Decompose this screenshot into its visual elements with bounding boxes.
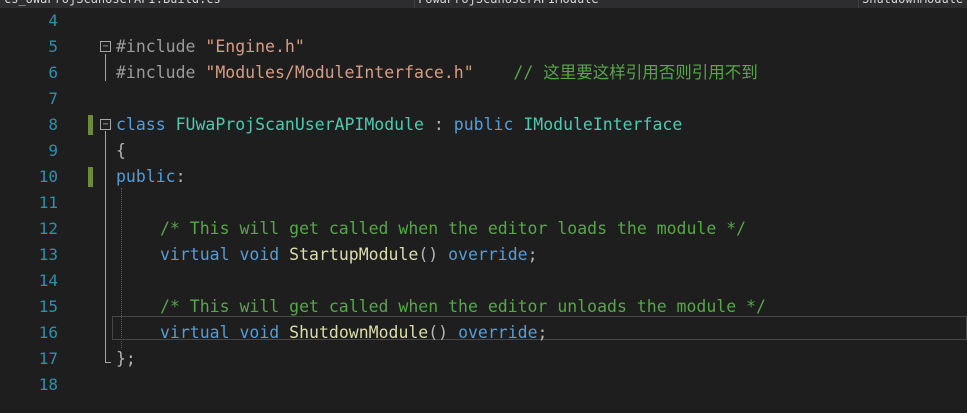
line-number: 10 <box>38 167 58 186</box>
line-comment: // 这里要这样引用否则引用不到 <box>513 63 758 82</box>
code-line-9[interactable]: 9 { <box>0 138 967 164</box>
code-text: /* This will get called when the editor … <box>160 294 766 320</box>
line-number: 15 <box>38 297 58 316</box>
code-line-8[interactable]: 8 − class FUwaProjScanUserAPIModule : pu… <box>0 112 967 138</box>
base-class-name: IModuleInterface <box>523 115 683 134</box>
code-line-11[interactable]: 11 <box>0 190 967 216</box>
line-number: 8 <box>48 115 58 134</box>
code-line-14[interactable]: 14 <box>0 268 967 294</box>
line-number: 12 <box>38 219 58 238</box>
keyword-override: override <box>448 245 528 264</box>
open-brace: { <box>116 141 126 160</box>
keyword-virtual: virtual <box>160 245 230 264</box>
semicolon: ; <box>537 323 548 342</box>
line-number: 9 <box>48 141 58 160</box>
line-number: 16 <box>38 323 58 342</box>
code-line-15[interactable]: 15 /* This will get called when the edit… <box>0 294 967 320</box>
include-path: "Engine.h" <box>205 37 305 56</box>
class-name: FUwaProjScanUserAPIModule <box>175 115 424 134</box>
function-name: StartupModule <box>289 245 419 264</box>
line-number: 18 <box>38 375 58 394</box>
code-text: public: <box>116 164 186 190</box>
tab-shutdown-module[interactable]: ShutdownModule <box>858 0 967 8</box>
access-specifier: public <box>116 167 176 186</box>
inheritance-colon: : <box>423 115 454 134</box>
code-line-7[interactable]: 7 <box>0 86 967 112</box>
code-line-18[interactable]: 18 <box>0 372 967 398</box>
code-line-16[interactable]: 16 virtual void ShutdownModule() overrid… <box>0 320 967 346</box>
line-number: 7 <box>48 89 58 108</box>
line-number: 4 <box>48 11 58 30</box>
code-text: /* This will get called when the editor … <box>160 216 746 242</box>
function-name: ShutdownModule <box>289 323 429 342</box>
keyword-void: void <box>239 245 280 264</box>
tab-build-cs[interactable]: cs_UWaProjScanUserAPI.Build.cs <box>0 0 415 8</box>
code-text: class FUwaProjScanUserAPIModule : public… <box>116 112 682 138</box>
preprocessor-directive: #include <box>116 63 196 82</box>
block-comment: /* This will get called when the editor … <box>160 297 766 316</box>
code-text: #include "Engine.h" <box>116 34 305 60</box>
line-number: 13 <box>38 245 58 264</box>
code-line-10[interactable]: 10 public: <box>0 164 967 190</box>
code-line-17[interactable]: 17 }; <box>0 346 967 372</box>
code-line-13[interactable]: 13 virtual void StartupModule() override… <box>0 242 967 268</box>
line-number: 6 <box>48 63 58 82</box>
line-number: 5 <box>48 37 58 56</box>
semicolon: ; <box>527 245 538 264</box>
line-number: 11 <box>38 193 58 212</box>
parens: () <box>418 245 439 264</box>
code-text: virtual void StartupModule() override; <box>160 242 538 268</box>
collapse-icon[interactable]: − <box>100 119 111 130</box>
parens: () <box>428 323 449 342</box>
include-path: "Modules/ModuleInterface.h" <box>205 63 474 82</box>
code-line-5[interactable]: 5 − #include "Engine.h" <box>0 34 967 60</box>
keyword-void: void <box>239 323 280 342</box>
code-line-6[interactable]: 6 #include "Modules/ModuleInterface.h" /… <box>0 60 967 86</box>
keyword-public: public <box>453 115 514 134</box>
tab-member-navigator[interactable]: FUwaProjScanUserAPIModule <box>414 0 859 8</box>
document-tab-bar: cs_UWaProjScanUserAPI.Build.cs FUwaProjS… <box>0 0 967 8</box>
keyword-class: class <box>116 115 166 134</box>
colon: : <box>175 167 186 186</box>
keyword-virtual: virtual <box>160 323 230 342</box>
collapse-icon[interactable]: − <box>100 41 111 52</box>
close-brace: }; <box>116 349 136 368</box>
code-line-12[interactable]: 12 /* This will get called when the edit… <box>0 216 967 242</box>
line-number: 17 <box>38 349 58 368</box>
code-line-4[interactable]: 4 <box>0 8 967 34</box>
code-text: virtual void ShutdownModule() override; <box>160 320 547 346</box>
preprocessor-directive: #include <box>116 37 196 56</box>
keyword-override: override <box>458 323 538 342</box>
block-comment: /* This will get called when the editor … <box>160 219 747 238</box>
code-editor[interactable]: 4 5 − #include "Engine.h" 6 #include "Mo… <box>0 8 967 413</box>
line-number: 14 <box>38 271 58 290</box>
code-text: #include "Modules/ModuleInterface.h" // … <box>116 60 758 86</box>
